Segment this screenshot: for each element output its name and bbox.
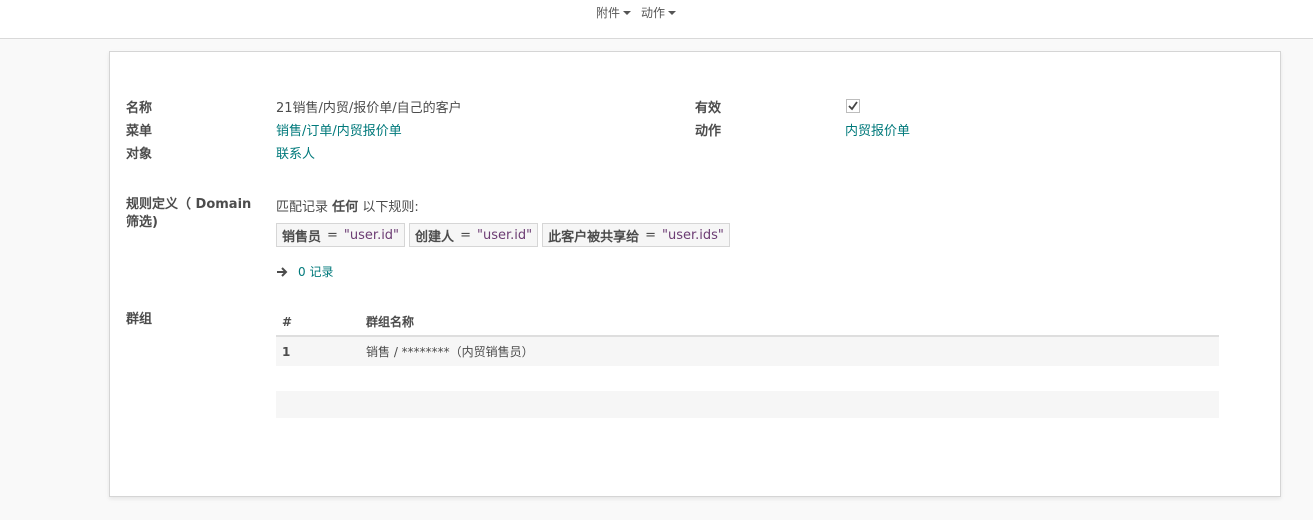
active-checkbox[interactable] (846, 99, 860, 113)
match-prefix: 匹配记录 (276, 200, 329, 215)
action-label: 动作 (695, 124, 722, 139)
caret-down-icon (668, 10, 677, 15)
row-group-name: 销售 / ********（内贸销售员） (360, 336, 1219, 366)
table-header-row: # 群组名称 (276, 308, 1219, 337)
name-label: 名称 (126, 101, 153, 116)
rule-value: "user.ids" (662, 227, 724, 243)
domain-rules: 销售员 = "user.id" 创建人 = "user.id" 此客户被共享给 … (276, 223, 730, 247)
groups-label: 群组 (126, 312, 153, 327)
menu-label: 菜单 (126, 124, 153, 139)
table-row[interactable]: 1 销售 / ********（内贸销售员） (276, 336, 1219, 366)
object-label: 对象 (126, 147, 153, 162)
arrow-right-icon (277, 266, 288, 277)
match-sentence: 匹配记录 任何 以下规则: (276, 196, 419, 215)
domain-rule: 此客户被共享给 = "user.ids" (542, 223, 730, 247)
rule-value: "user.id" (343, 227, 400, 243)
form-sheet: 名称 21销售/内贸/报价单/自己的客户 菜单 销售/订单/内贸报价单 对象 联… (109, 51, 1281, 497)
name-value: 21销售/内贸/报价单/自己的客户 (276, 101, 462, 116)
column-header-group-name[interactable]: 群组名称 (360, 308, 1219, 337)
records-link[interactable]: 0 记录 (276, 263, 333, 280)
top-toolbar: 附件 动作 (0, 0, 1313, 39)
check-icon (848, 101, 858, 111)
attachments-label: 附件 (596, 6, 621, 20)
attachments-menu[interactable]: 附件 (596, 4, 632, 21)
rule-field: 此客户被共享给 (548, 229, 640, 245)
match-suffix: 以下规则: (362, 200, 419, 215)
object-link[interactable]: 联系人 (276, 143, 315, 162)
match-any: 任何 (332, 200, 359, 215)
caret-down-icon (623, 10, 632, 15)
domain-rule: 销售员 = "user.id" (276, 223, 406, 247)
table-footer (276, 391, 1219, 418)
action-link[interactable]: 内贸报价单 (845, 120, 910, 139)
domain-rule: 创建人 = "user.id" (409, 223, 539, 247)
domain-label: 规则定义（ Domain 筛选) (126, 197, 252, 230)
rule-value: "user.id" (476, 227, 533, 243)
column-header-number[interactable]: # (276, 308, 360, 337)
row-number: 1 (276, 336, 360, 366)
groups-table: # 群组名称 1 销售 / ********（内贸销售员） (276, 308, 1219, 366)
toolbar-menus: 附件 动作 (596, 4, 677, 21)
rule-field: 销售员 (282, 229, 322, 245)
rule-operator: = (327, 227, 338, 243)
action-label: 动作 (641, 6, 666, 20)
active-label: 有效 (695, 101, 722, 116)
rule-operator: = (460, 227, 471, 243)
rule-operator: = (645, 227, 657, 243)
rule-field: 创建人 (415, 229, 455, 245)
records-count: 0 记录 (298, 265, 334, 279)
action-menu[interactable]: 动作 (641, 4, 677, 21)
menu-link[interactable]: 销售/订单/内贸报价单 (276, 120, 402, 139)
